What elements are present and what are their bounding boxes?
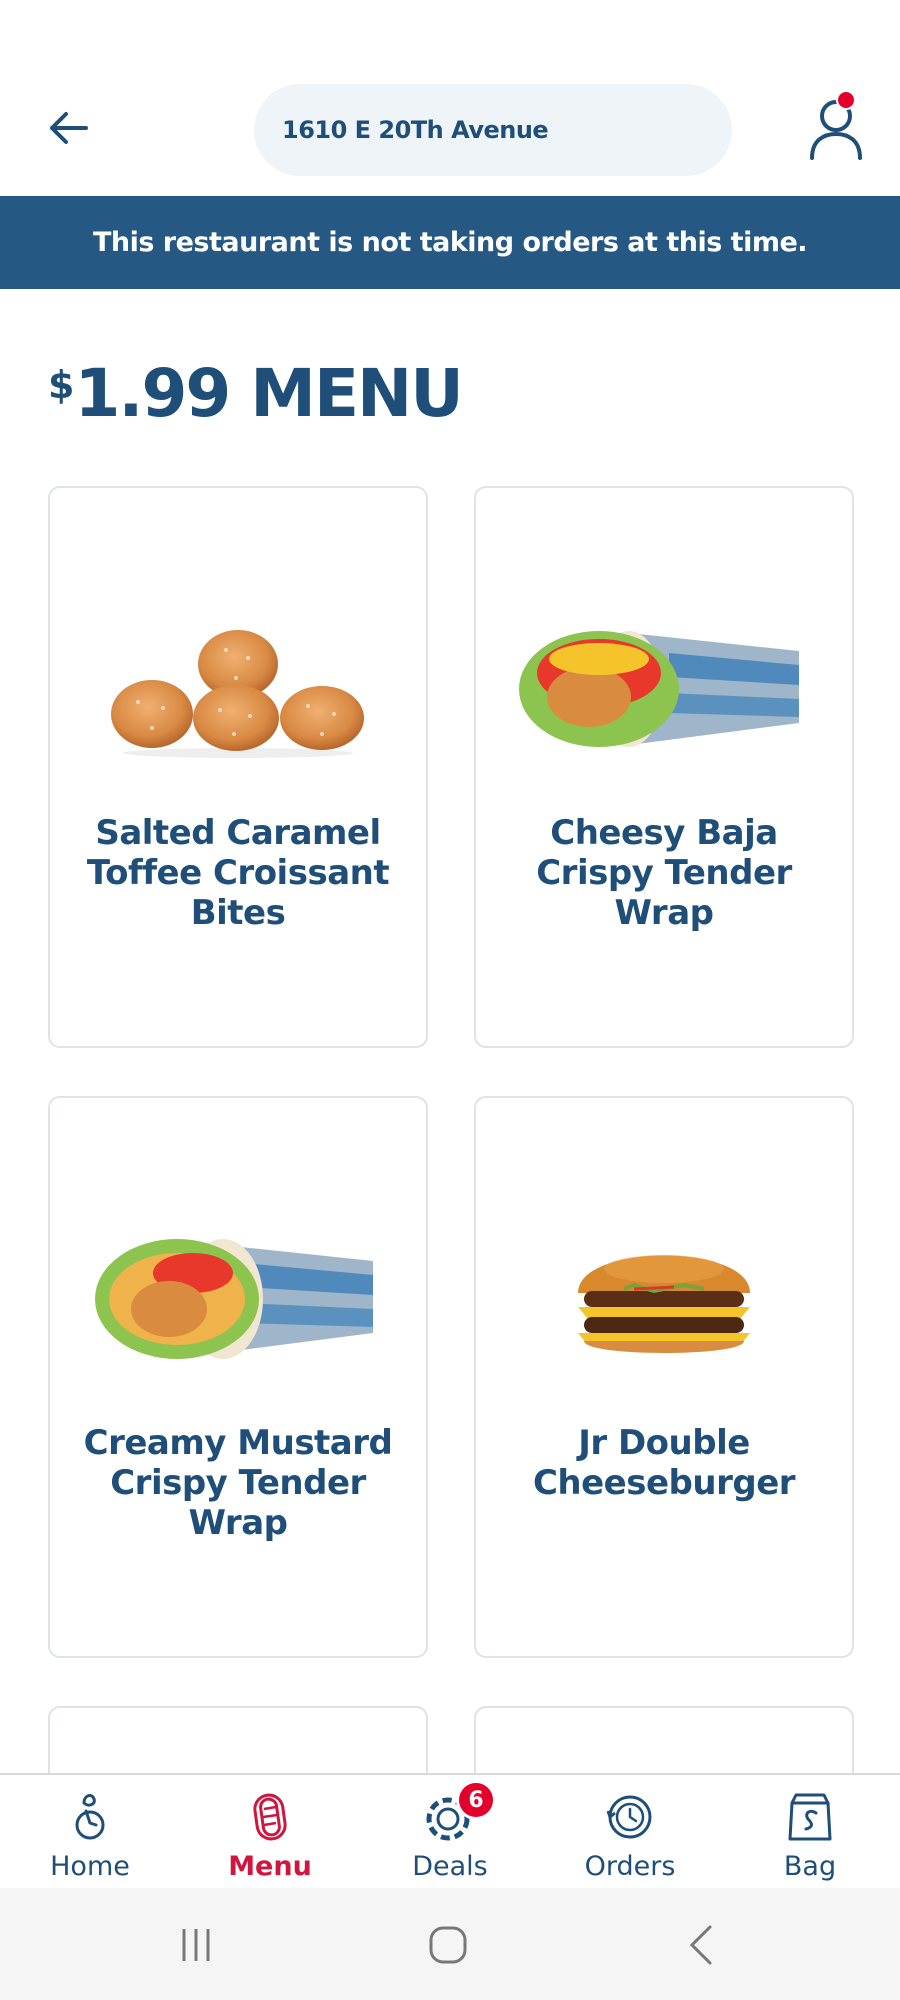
store-closed-banner: This restaurant is not taking orders at … (0, 196, 900, 289)
nav-home[interactable]: Home (0, 1775, 180, 1890)
wrap-image (476, 608, 852, 768)
wrap-image (50, 1218, 426, 1378)
back-system-button[interactable] (662, 1910, 742, 1980)
menu-item-card[interactable]: Salted Caramel Toffee Croissant Bites (48, 486, 428, 1048)
notification-dot (836, 90, 856, 110)
back-button[interactable] (36, 96, 100, 160)
nav-orders-label: Orders (584, 1851, 676, 1882)
bottom-navigation: Home Menu Deals Orders Bag (0, 1773, 900, 1888)
menu-item-name: Jr Double Cheeseburger (532, 1423, 796, 1503)
home-system-button[interactable] (408, 1910, 488, 1980)
menu-item-card[interactable]: Cheesy Baja Crispy Tender Wrap (474, 486, 854, 1048)
cheeseburger-image (476, 1218, 852, 1378)
nav-menu-label: Menu (228, 1851, 312, 1882)
menu-item-card[interactable]: Jr Double Cheeseburger (474, 1096, 854, 1658)
nav-deals-label: Deals (412, 1851, 488, 1882)
title-text: 1.99 MENU (74, 355, 463, 432)
croissant-bites-image (50, 608, 426, 768)
home-circle-icon (429, 1926, 467, 1964)
recent-apps-icon (182, 1929, 210, 1961)
deals-count-badge: 6 (456, 1780, 496, 1820)
recent-apps-button[interactable] (156, 1910, 236, 1980)
hotdog-icon (253, 1793, 287, 1841)
page-title: $ 1.99 MENU (48, 355, 464, 435)
arrow-left-icon (50, 112, 88, 144)
menu-item-name: Salted Caramel Toffee Croissant Bites (86, 813, 390, 933)
menu-item-name: Cheesy Baja Crispy Tender Wrap (536, 813, 792, 933)
nav-home-label: Home (50, 1851, 130, 1882)
nav-menu[interactable]: Menu (180, 1775, 360, 1890)
bag-icon (788, 1793, 832, 1841)
chevron-left-icon (689, 1925, 712, 1965)
nav-bag-label: Bag (783, 1851, 837, 1882)
orders-icon (606, 1795, 652, 1839)
app-header: 1610 E 20Th Avenue (0, 0, 900, 196)
title-dollar-sign: $ (48, 363, 75, 407)
system-navigation-bar (0, 1888, 900, 2000)
nav-orders[interactable]: Orders (540, 1775, 720, 1890)
restaurant-address-selector[interactable]: 1610 E 20Th Avenue (254, 84, 732, 176)
restaurant-address: 1610 E 20Th Avenue (282, 116, 549, 144)
nav-bag[interactable]: Bag (720, 1775, 900, 1890)
menu-item-card[interactable]: Creamy Mustard Crispy Tender Wrap (48, 1096, 428, 1658)
store-closed-message: This restaurant is not taking orders at … (92, 227, 808, 258)
menu-item-name: Creamy Mustard Crispy Tender Wrap (83, 1423, 393, 1543)
home-icon (75, 1794, 105, 1840)
nav-deals[interactable]: Deals (360, 1775, 540, 1890)
